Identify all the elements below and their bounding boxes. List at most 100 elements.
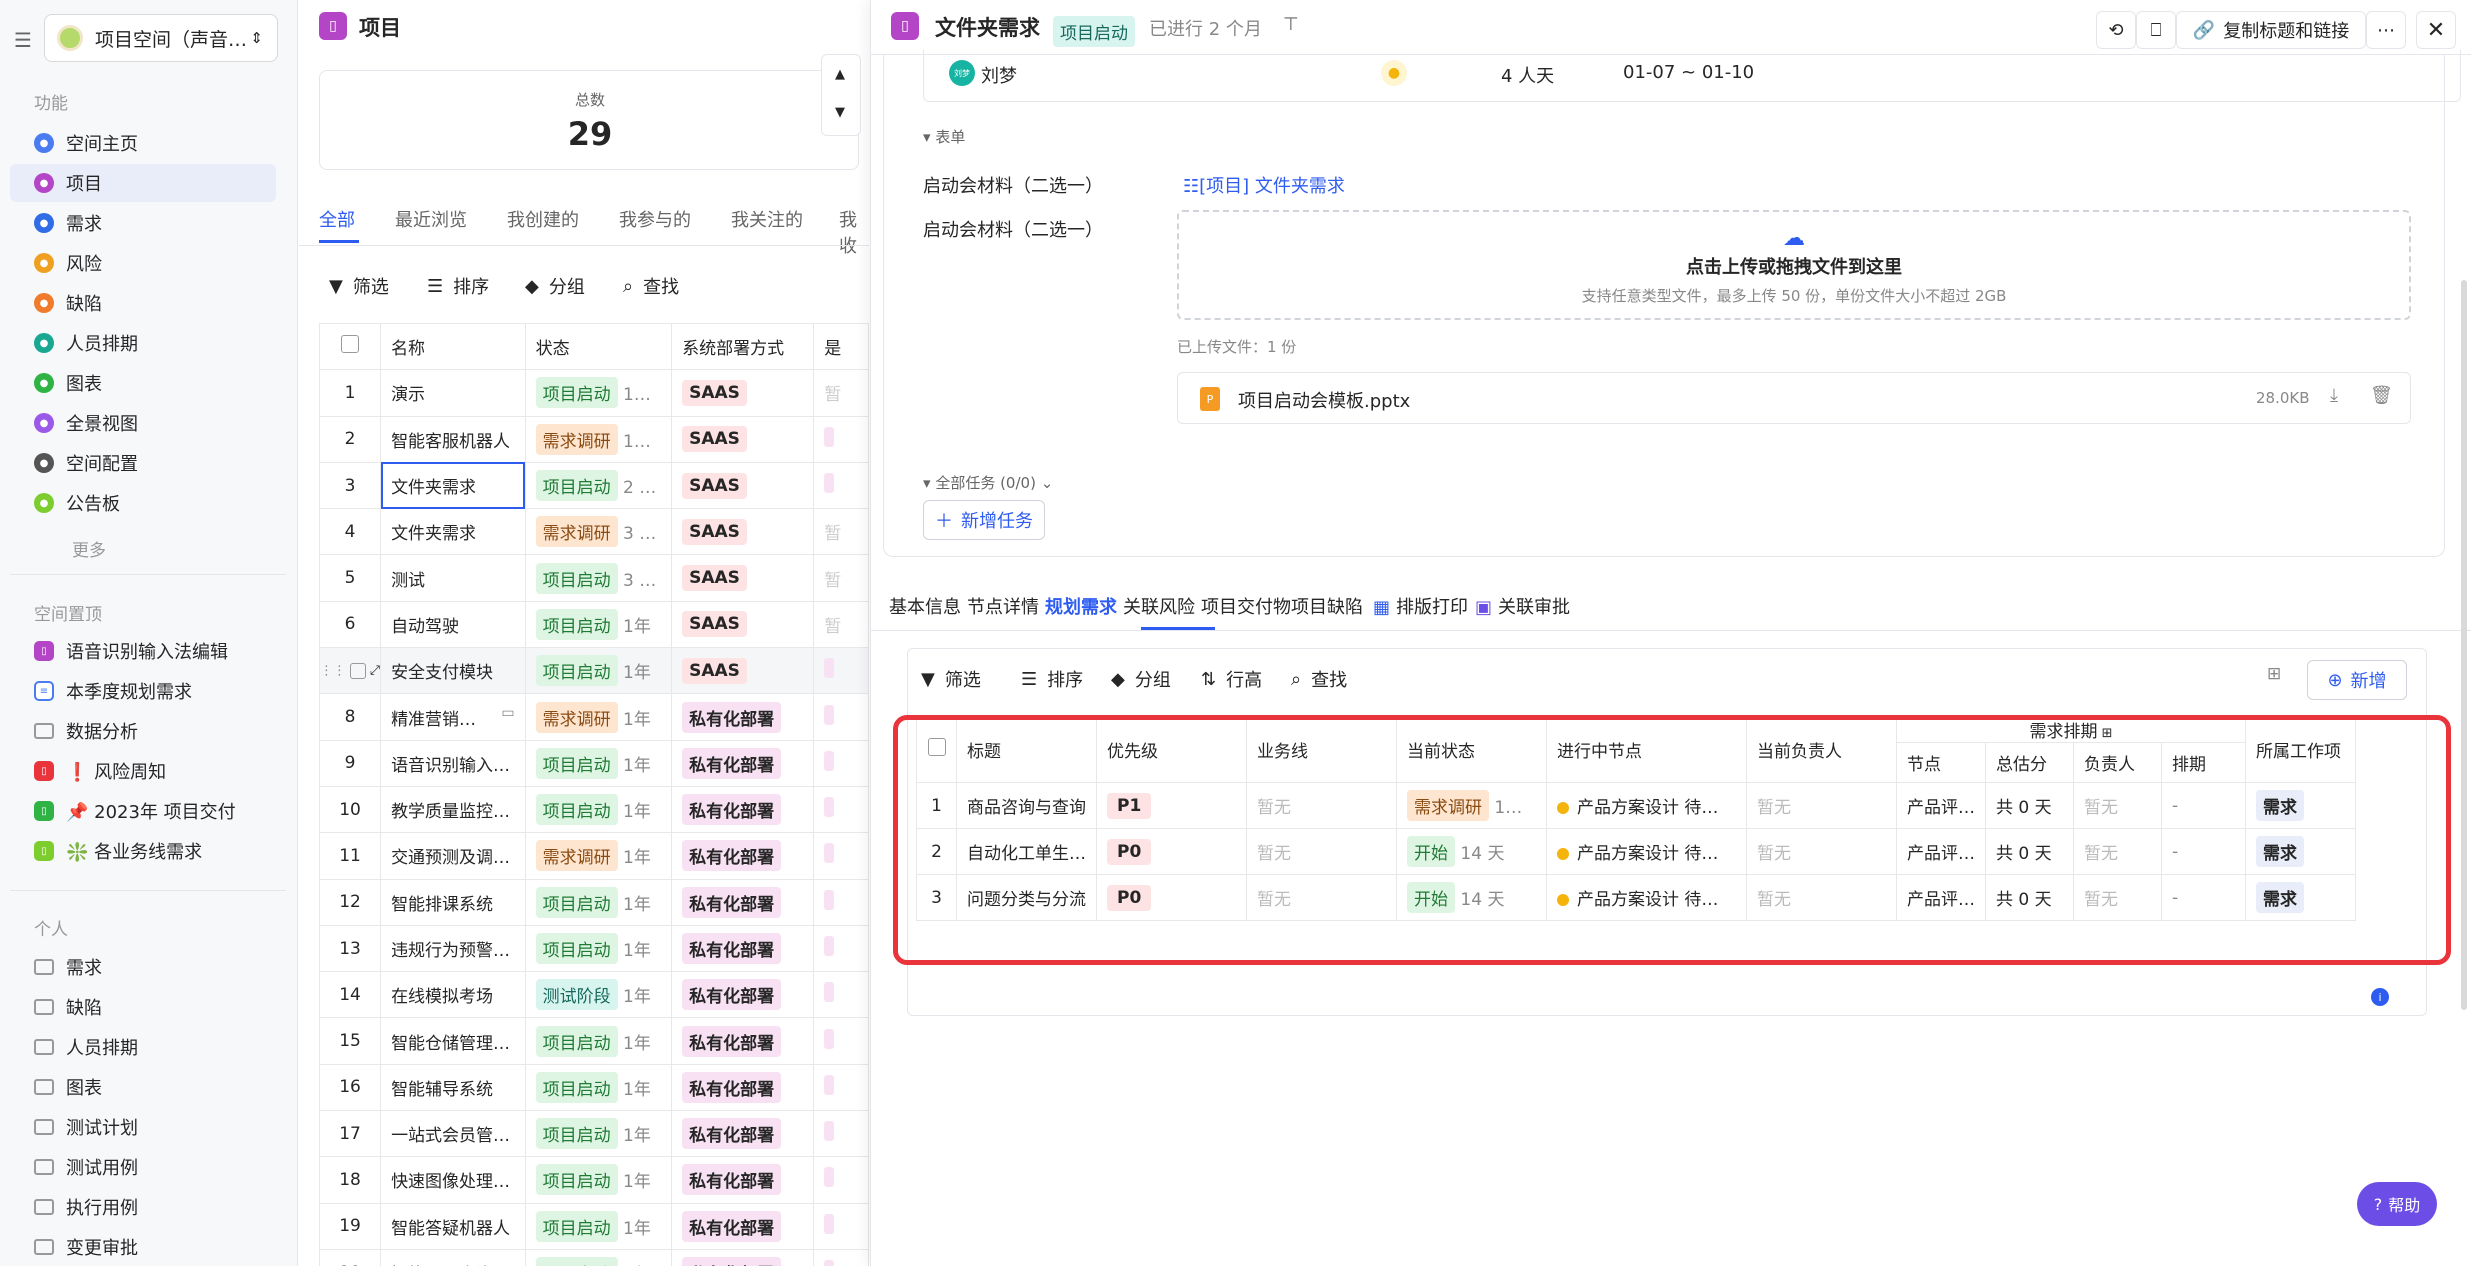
- personal-item-2[interactable]: 人员排期: [10, 1028, 276, 1066]
- row-name[interactable]: 智能答疑机器人: [380, 1202, 526, 1250]
- add-task-button[interactable]: ＋新增任务: [923, 500, 1045, 540]
- personal-item-0[interactable]: 需求: [10, 948, 276, 986]
- table-row[interactable]: 17 一站式会员管… 项目启动 1年 私有化部署: [318, 1110, 869, 1158]
- tab-2[interactable]: 我创建的: [507, 206, 579, 232]
- sidebar-item-7[interactable]: ● 全景视图: [10, 404, 276, 442]
- scroll-up-icon[interactable]: ▲: [835, 67, 845, 82]
- personal-item-3[interactable]: 图表: [10, 1068, 276, 1106]
- sidebar-item-1[interactable]: ● 项目: [10, 164, 276, 202]
- table-row[interactable]: 20智能心理咨询项目启动 1年私有化部署: [318, 1248, 869, 1266]
- row-name[interactable]: 交通预测及调…: [380, 832, 526, 880]
- sidebar-item-5[interactable]: ● 人员排期: [10, 324, 276, 362]
- delete-icon[interactable]: 🗑: [2370, 385, 2393, 406]
- table-row[interactable]: 16 智能辅导系统 项目启动 1年 私有化部署: [318, 1063, 869, 1112]
- help-button[interactable]: ? 帮助: [2357, 1182, 2437, 1226]
- close-icon[interactable]: ✕: [2416, 11, 2456, 49]
- table-row[interactable]: 12 智能排课系统 项目启动 1年 私有化部署: [318, 878, 869, 926]
- file-item[interactable]: P 项目启动会模板.pptx 28.0KB ⤓ 🗑: [1177, 372, 2411, 424]
- tool-search[interactable]: ⌕ 查找: [623, 273, 679, 299]
- detail-tab-5[interactable]: 项目缺陷: [1291, 593, 1363, 619]
- table-row[interactable]: 3 文件夹需求 项目启动 2 … SAAS: [318, 461, 869, 510]
- scroll-down-icon[interactable]: ▼: [835, 105, 845, 120]
- expand-row-icon[interactable]: ⤢: [370, 663, 380, 678]
- table-row[interactable]: 10 教学质量监控… 项目启动 1年 私有化部署: [318, 785, 869, 834]
- more-link[interactable]: 更多: [72, 536, 106, 561]
- table-row[interactable]: 6 自动驾驶 项目启动 1年 SAAS 暂: [318, 600, 869, 649]
- row-name[interactable]: 文件夹需求: [380, 461, 526, 510]
- bell-icon[interactable]: ●: [1381, 60, 1407, 86]
- row-name[interactable]: 一站式会员管…: [380, 1110, 526, 1158]
- table-row[interactable]: 18 快速图像处理… 项目启动 1年 私有化部署: [318, 1156, 869, 1204]
- comment-icon[interactable]: ▭: [501, 705, 514, 721]
- personal-item-6[interactable]: 执行用例: [10, 1188, 276, 1226]
- tab-1[interactable]: 最近浏览: [395, 206, 467, 232]
- table-row[interactable]: 1 演示 项目启动 1… SAAS 暂: [318, 369, 869, 417]
- row-name[interactable]: 智能排课系统: [380, 878, 526, 926]
- detail-tab-3[interactable]: 关联风险: [1123, 593, 1195, 619]
- space-switcher[interactable]: 项目空间（声音… ⇕: [44, 14, 278, 62]
- row-name[interactable]: 文件夹需求: [380, 508, 526, 556]
- tab-4[interactable]: 我关注的: [731, 206, 803, 232]
- row-name[interactable]: 教学质量监控…: [380, 785, 526, 834]
- download-icon[interactable]: ⤓: [2330, 385, 2338, 406]
- row-name[interactable]: 安全支付模块: [380, 647, 526, 695]
- pin-icon[interactable]: ⊤: [1283, 14, 1299, 35]
- pinned-item-0[interactable]: ▯ 语音识别输入法编辑: [10, 632, 276, 670]
- req-tool-search[interactable]: ⌕ 查找: [1291, 666, 1347, 692]
- row-name[interactable]: 违规行为预警…: [380, 924, 526, 973]
- req-tool-filter[interactable]: ▼ 筛选: [921, 666, 981, 692]
- pinned-item-2[interactable]: 数据分析: [10, 712, 276, 750]
- row-name[interactable]: 精准营销… ▭: [380, 693, 526, 741]
- table-row[interactable]: 15 智能仓储管理… 项目启动 1年 私有化部署: [318, 1017, 869, 1065]
- row-name[interactable]: 智能仓储管理…: [380, 1017, 526, 1065]
- table-row[interactable]: 14 在线模拟考场 测试阶段 1年 私有化部署: [318, 971, 869, 1019]
- personal-item-4[interactable]: 测试计划: [10, 1108, 276, 1146]
- sidebar-item-8[interactable]: ● 空间配置: [10, 444, 276, 482]
- personal-item-7[interactable]: 变更审批: [10, 1228, 276, 1266]
- row-name[interactable]: 自动驾驶: [380, 600, 526, 649]
- sidebar-item-3[interactable]: ● 风险: [10, 244, 276, 282]
- row-checkbox[interactable]: [349, 662, 366, 679]
- table-row[interactable]: 11 交通预测及调… 需求调研 1年 私有化部署: [318, 832, 869, 880]
- tool-group[interactable]: ◆ 分组: [525, 273, 585, 299]
- row-name[interactable]: 智能辅导系统: [380, 1063, 526, 1112]
- more-icon[interactable]: ⋯: [2366, 11, 2406, 49]
- row-name[interactable]: 智能客服机器人: [380, 415, 526, 463]
- pinned-item-4[interactable]: ▯ 📌 2023年 项目交付: [10, 792, 276, 830]
- tasks-toggle[interactable]: ▾ 全部任务 (0/0) ⌄: [923, 472, 1053, 493]
- collapse-sidebar-icon[interactable]: ☰: [14, 28, 32, 52]
- detail-tab-0[interactable]: 基本信息: [889, 593, 961, 619]
- view-settings-icon[interactable]: ⊞: [2267, 664, 2281, 684]
- row-name[interactable]: 智能心理咨询: [380, 1248, 526, 1266]
- table-row[interactable]: 8 精准营销… ▭ 需求调研 1年 私有化部署: [318, 693, 869, 741]
- detail-tab-1[interactable]: 节点详情: [967, 593, 1039, 619]
- req-tool-row-height[interactable]: ⇅ 行高: [1201, 666, 1262, 692]
- table-row[interactable]: 19 智能答疑机器人 项目启动 1年 私有化部署: [318, 1202, 869, 1250]
- personal-item-1[interactable]: 缺陷: [10, 988, 276, 1026]
- pinned-item-3[interactable]: ▯ ❗ 风险周知: [10, 752, 276, 790]
- tab-0[interactable]: 全部: [319, 206, 355, 232]
- sidebar-item-0[interactable]: ● 空间主页: [10, 124, 276, 162]
- row-name[interactable]: 语音识别输入…: [380, 739, 526, 787]
- select-all-checkbox[interactable]: [341, 335, 360, 354]
- row-name[interactable]: 测试: [380, 554, 526, 602]
- detail-tab-2[interactable]: 规划需求: [1045, 593, 1117, 619]
- sidebar-item-6[interactable]: ● 图表: [10, 364, 276, 402]
- scrollbar[interactable]: [2461, 280, 2467, 1010]
- pinned-item-1[interactable]: ≡ 本季度规划需求: [10, 672, 276, 710]
- req-tool-group[interactable]: ◆ 分组: [1111, 666, 1171, 692]
- detail-tab-7[interactable]: ▣ 关联审批: [1475, 593, 1570, 619]
- table-row[interactable]: ⋮⋮ ⤢ 安全支付模块 项目启动 1年 SAAS: [318, 647, 869, 695]
- pinned-item-5[interactable]: ▯ ❇️ 各业务线需求: [10, 832, 276, 870]
- bookmark-icon[interactable]: ⎕: [2136, 11, 2176, 49]
- copy-link-button[interactable]: 🔗 复制标题和链接: [2176, 11, 2366, 49]
- tab-3[interactable]: 我参与的: [619, 206, 691, 232]
- add-requirement-button[interactable]: ⊕ 新增: [2307, 660, 2407, 700]
- sidebar-item-4[interactable]: ● 缺陷: [10, 284, 276, 322]
- row-name[interactable]: 在线模拟考场: [380, 971, 526, 1019]
- info-icon[interactable]: i: [2371, 988, 2389, 1006]
- detail-tab-6[interactable]: ▦ 排版打印: [1373, 593, 1468, 619]
- row-name[interactable]: 快速图像处理…: [380, 1156, 526, 1204]
- drag-handle-icon[interactable]: ⋮⋮: [321, 663, 346, 678]
- sidebar-item-9[interactable]: ● 公告板: [10, 484, 276, 522]
